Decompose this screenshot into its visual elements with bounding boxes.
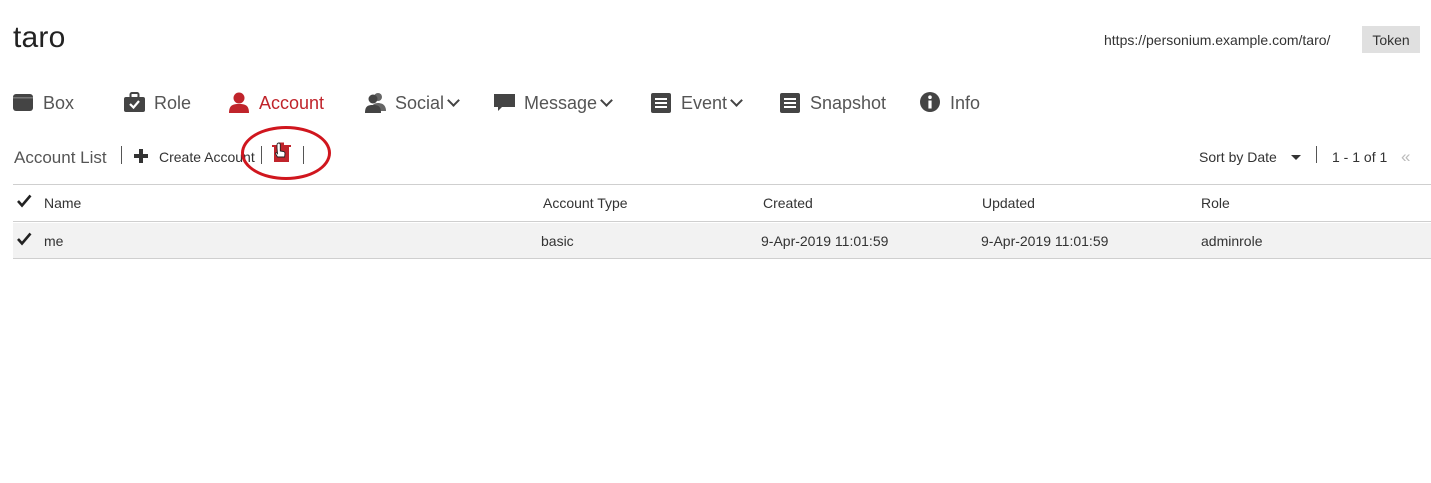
highlight-circle: [241, 126, 331, 180]
header-updated[interactable]: Updated: [982, 195, 1035, 211]
user-icon: [229, 92, 249, 114]
divider: [121, 146, 122, 164]
table-top-border: [13, 184, 1431, 185]
row-bottom-border: [13, 258, 1431, 259]
header-created[interactable]: Created: [763, 195, 813, 211]
cell-updated: 9-Apr-2019 11:01:59: [981, 233, 1109, 249]
nav-social-label: Social: [395, 92, 445, 113]
briefcase-check-icon: [124, 92, 145, 114]
first-page-icon[interactable]: «: [1401, 147, 1410, 167]
nav-account[interactable]: Account: [229, 90, 324, 116]
sort-label: Sort by Date: [1199, 149, 1277, 165]
document-list-icon: [780, 92, 800, 114]
header-role[interactable]: Role: [1201, 195, 1230, 211]
divider: [1316, 146, 1317, 163]
box-icon: [13, 92, 33, 114]
header-account-type[interactable]: Account Type: [543, 195, 628, 211]
sort-dropdown[interactable]: Sort by Date: [1199, 149, 1301, 165]
nav-account-label: Account: [259, 92, 325, 113]
cell-account-type: basic: [541, 233, 574, 249]
users-icon: [365, 92, 386, 114]
cell-role: adminrole: [1201, 233, 1263, 249]
cell-created: 9-Apr-2019 11:01:59: [761, 233, 889, 249]
caret-down-icon: [1290, 154, 1301, 160]
chevron-down-icon: [730, 94, 743, 107]
cell-name-title: taro: [13, 21, 66, 54]
plus-icon: [134, 148, 148, 163]
nav-info[interactable]: Info: [920, 90, 980, 116]
nav-snapshot[interactable]: Snapshot: [780, 90, 886, 116]
cell-name[interactable]: me: [44, 233, 63, 249]
nav-message[interactable]: Message: [494, 90, 613, 116]
nav-event[interactable]: Event: [651, 90, 743, 116]
nav-box-label: Box: [43, 92, 75, 113]
header-name[interactable]: Name: [44, 195, 81, 211]
nav-social[interactable]: Social: [365, 90, 460, 116]
row-checkbox[interactable]: [16, 231, 32, 247]
pagination-count: 1 - 1 of 1: [1332, 149, 1388, 165]
info-icon: [920, 92, 940, 114]
nav-role[interactable]: Role: [124, 90, 191, 116]
nav-info-label: Info: [950, 92, 981, 113]
create-account-button[interactable]: Create Account: [134, 146, 255, 165]
account-list-title: Account List: [14, 148, 107, 167]
comment-icon: [494, 92, 515, 114]
document-list-icon: [651, 92, 671, 114]
cell-url: https://personium.example.com/taro/: [1104, 32, 1331, 48]
select-all-checkbox[interactable]: [16, 193, 32, 209]
nav-box[interactable]: Box: [13, 90, 74, 116]
chevron-down-icon: [600, 94, 613, 107]
header-bottom-border: [13, 221, 1431, 222]
chevron-down-icon: [447, 94, 460, 107]
nav-role-label: Role: [154, 92, 192, 113]
nav-message-label: Message: [524, 92, 598, 113]
nav-snapshot-label: Snapshot: [810, 92, 887, 113]
nav-event-label: Event: [681, 92, 728, 113]
token-button[interactable]: Token: [1362, 26, 1420, 53]
